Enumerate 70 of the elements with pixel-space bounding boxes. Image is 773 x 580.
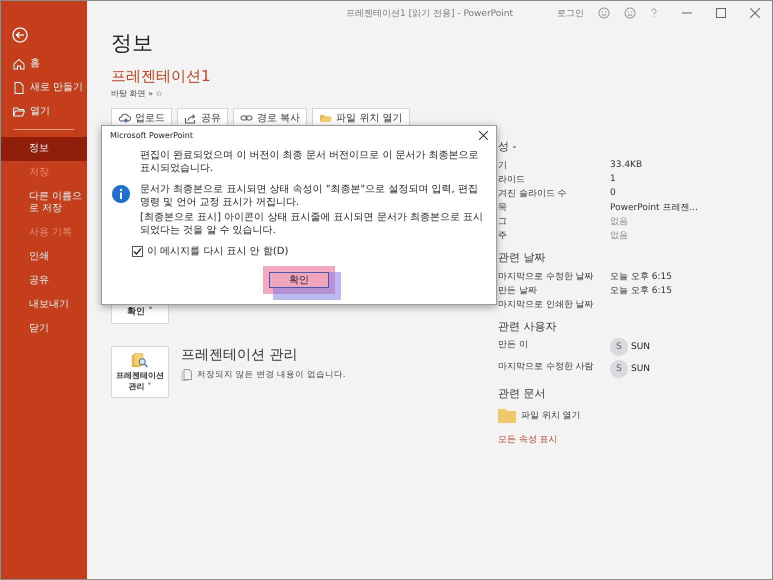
sign-in-link[interactable]: 로그인 [557, 6, 584, 20]
property-label: 마지막으로 수정한 날짜 [498, 270, 595, 282]
property-label: 기 [498, 160, 508, 172]
sidebar-item[interactable]: 내보내기 [1, 293, 87, 317]
section-heading: 관련 문서 [498, 386, 546, 401]
help-icon [650, 7, 658, 19]
section-heading: 성 - [498, 139, 518, 154]
dialog-message: [최종본으로 표시] 아이콘이 상태 표시줄에 표시되면 문서가 최종본으로 표시되었다는 것을 알 수 있습니다. [140, 211, 484, 237]
property-label: 마지막으로 인쇄한 날짜 [498, 298, 595, 310]
dialog-message: 편집이 완료되었으며 이 버전이 최종 문서 버전이므로 이 문서가 최종본으로 표시되었습니다. [140, 149, 480, 175]
open-location-link[interactable]: 파일 위치 열기 [498, 405, 581, 425]
property-label: 그 [498, 216, 508, 228]
frown-icon [624, 7, 636, 19]
property-label: 주 [498, 230, 508, 242]
sidebar-item[interactable]: 다른 이름으로 저장 [1, 185, 87, 221]
property-label: 목 [498, 202, 508, 214]
folder-icon [498, 407, 516, 423]
sidebar-label[interactable]: 새로 만들기 [30, 82, 84, 94]
user-name: SUN [631, 364, 650, 374]
cloud-icon [118, 112, 131, 124]
avatar: S [610, 360, 628, 378]
property-label: 라이드 [498, 174, 526, 186]
section-heading: 관련 사용자 [498, 319, 558, 334]
close-icon[interactable] [479, 131, 488, 140]
status-text: 저장되지 않은 변경 내용이 없습니다. [197, 368, 346, 380]
dialog-title: Microsoft PowerPoint [110, 131, 193, 140]
document-icon [181, 368, 193, 381]
check-icon [133, 246, 142, 256]
property-value: 오늘 오후 6:15 [610, 270, 672, 282]
document-icon [13, 82, 25, 94]
property-value: 없음 [610, 230, 628, 242]
sidebar-item[interactable]: 공유 [1, 269, 87, 293]
avatar: S [610, 338, 628, 356]
section-title: 프레젠테이션 관리 [181, 346, 298, 364]
user-name: SUN [631, 342, 650, 352]
dialog-message: 문서가 최종본으로 표시되면 상태 속성이 "최종본"으로 설정되며 입력, 편집 명령 및 언어 교정 표시가 꺼집니다. [140, 183, 479, 209]
ok-button[interactable]: 확인 [269, 272, 329, 288]
property-value: 0 [610, 188, 616, 198]
sidebar-label[interactable]: 열기 [30, 106, 50, 118]
maximize-icon [716, 8, 726, 18]
page-heading: 정보 [111, 30, 154, 57]
smiley-icon [598, 7, 610, 19]
sidebar-label[interactable]: 홈 [30, 58, 40, 70]
home-icon [13, 58, 25, 70]
file-location: 바탕 화면 » ☆ [111, 88, 164, 99]
sidebar-item[interactable]: 닫기 [1, 317, 87, 341]
back-icon[interactable] [12, 27, 28, 43]
property-value: PowerPoint 프레젠... [610, 202, 698, 214]
property-value: 오늘 오후 6:15 [610, 284, 672, 296]
property-label: 만든 날짜 [498, 284, 538, 296]
property-label: 마지막으로 수정한 사람 [498, 361, 595, 373]
sidebar-item[interactable]: 인쇄 [1, 245, 87, 269]
info-icon [112, 185, 130, 203]
folder-icon [13, 106, 25, 118]
manage-button[interactable]: 프레젠테이션 관리 ˅ [111, 346, 169, 398]
show-all-properties-link[interactable]: 모든 속성 표시 [498, 433, 558, 446]
property-value: 1 [610, 174, 616, 184]
sidebar-item[interactable]: 정보 [1, 137, 87, 161]
document-title: 프레젠테이션1 [111, 67, 212, 86]
checkbox[interactable] [132, 246, 143, 256]
folder-icon [319, 112, 332, 124]
property-label: 만든 이 [498, 339, 529, 351]
close-icon [750, 8, 760, 18]
share-icon [184, 112, 197, 124]
window-title: 프레젠테이션1 [읽기 전용] - PowerPoint [346, 8, 513, 20]
property-value: 33.4KB [610, 160, 642, 170]
property-value: 없음 [610, 216, 628, 228]
section-heading: 관련 날짜 [498, 250, 546, 265]
property-label: 겨진 슬라이드 수 [498, 188, 568, 200]
checkbox-label: 이 메시지를 다시 표시 안 함(D) [147, 245, 288, 258]
